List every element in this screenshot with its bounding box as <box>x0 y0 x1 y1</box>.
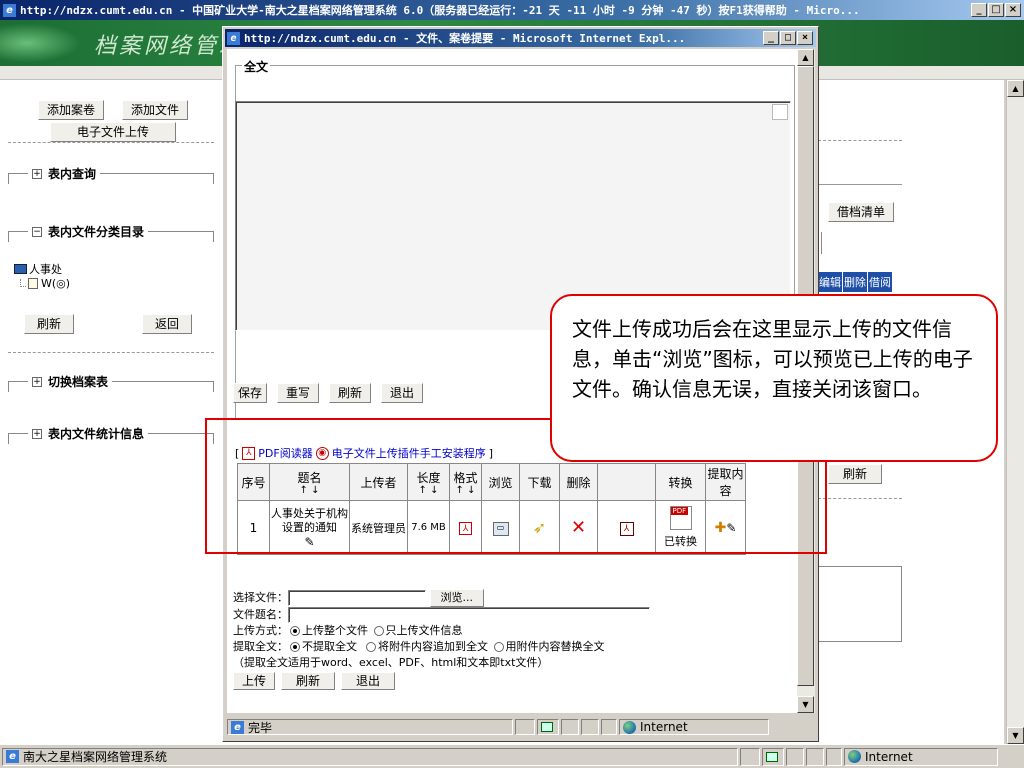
catalog-tree: 人事处 W(◎) <box>14 262 70 290</box>
expand-icon[interactable]: + <box>32 428 42 439</box>
add-file-button[interactable]: 添加文件 <box>121 100 188 120</box>
radio-extract-none[interactable] <box>290 642 300 652</box>
ie-page-icon: e <box>6 750 19 763</box>
expand-icon[interactable]: + <box>32 168 42 179</box>
radio-extract-replace[interactable] <box>493 642 504 652</box>
fulltext-legend: 全文 <box>242 58 271 75</box>
tree-item-child[interactable]: W(◎) <box>14 276 70 290</box>
callout-bubble: 文件上传成功后会在这里显示上传的文件信息，单击“浏览”图标，可以预览已上传的电子… <box>550 294 998 462</box>
ie-icon: e <box>227 31 240 45</box>
fulltext-buttons: 保存 重写 刷新 退出 <box>233 383 424 403</box>
popup-scroll-down[interactable]: ▼ <box>797 696 814 713</box>
section-catalog[interactable]: − 表内文件分类目录 <box>8 220 214 242</box>
close-button[interactable]: × <box>1005 3 1021 17</box>
popup-status-text: 完毕 <box>248 720 273 735</box>
right-textbox[interactable] <box>818 566 902 642</box>
section-query[interactable]: + 表内查询 <box>8 162 214 184</box>
sidebar-refresh-button[interactable]: 刷新 <box>24 314 75 334</box>
extract-note: （提取全文适用于word、excel、PDF、html和文本即txt文件） <box>233 656 549 669</box>
borrow-button[interactable]: 借阅 <box>868 272 892 292</box>
maximize-button[interactable]: □ <box>988 3 1004 17</box>
section-query-label: 表内查询 <box>48 167 97 181</box>
delete-button[interactable]: 删除 <box>843 272 867 292</box>
upload-button[interactable]: 上传 <box>233 672 276 690</box>
extract-label: 提取全文： <box>233 640 288 653</box>
upload-form: 选择文件： 浏览... 文件题名： 上传方式： 上传整个文件 只上传文件信息 提取… <box>233 589 650 690</box>
form-refresh-button[interactable]: 刷新 <box>281 672 336 690</box>
popup-minimize-button[interactable]: _ <box>763 31 779 45</box>
section-stats-label: 表内文件统计信息 <box>48 427 145 441</box>
ie-page-icon: e <box>231 720 244 734</box>
upload-mode-label: 上传方式： <box>233 624 288 637</box>
section-stats[interactable]: + 表内文件统计信息 <box>8 422 214 444</box>
divider <box>8 142 214 143</box>
divider <box>8 352 214 353</box>
ie-icon: e <box>3 3 16 17</box>
add-volume-button[interactable]: 添加案卷 <box>38 100 105 120</box>
connection-icon <box>541 722 553 732</box>
popup-maximize-button[interactable]: □ <box>780 31 796 45</box>
globe-icon <box>848 750 861 763</box>
expand-icon[interactable]: + <box>32 376 42 387</box>
rewrite-button[interactable]: 重写 <box>277 383 320 403</box>
globe-icon <box>623 720 636 734</box>
popup-close-button[interactable]: × <box>797 31 813 45</box>
popup-title: http://ndzx.cumt.edu.cn - 文件、案卷提要 - Micr… <box>244 32 686 45</box>
document-icon <box>28 277 38 289</box>
textarea-scrollbar[interactable] <box>772 104 788 120</box>
tree-root-label: 人事处 <box>29 263 62 276</box>
scroll-up-arrow[interactable]: ▲ <box>1007 80 1024 97</box>
file-title-input[interactable] <box>288 607 650 623</box>
minimize-button[interactable]: _ <box>971 3 987 17</box>
file-title-label: 文件题名： <box>233 608 288 621</box>
section-switch[interactable]: + 切换档案表 <box>8 370 214 392</box>
connection-icon <box>766 751 778 762</box>
form-exit-button[interactable]: 退出 <box>341 672 396 690</box>
sidebar-back-button[interactable]: 返回 <box>141 314 192 334</box>
main-scrollbar[interactable]: ▲ ▼ <box>1006 80 1024 744</box>
edit-button[interactable]: 编辑 <box>818 272 842 292</box>
popup-zone: Internet <box>640 720 688 734</box>
browse-button[interactable]: 浏览... <box>429 589 484 607</box>
section-catalog-label: 表内文件分类目录 <box>48 225 145 239</box>
main-window-title: http://ndzx.cumt.edu.cn - 中国矿业大学-南大之星档案网… <box>20 4 860 17</box>
radio-upload-whole[interactable] <box>290 626 300 636</box>
section-switch-label: 切换档案表 <box>48 375 109 389</box>
tree-item-root[interactable]: 人事处 <box>14 262 70 276</box>
radio-upload-info[interactable] <box>373 626 384 636</box>
upload-e-file-button[interactable]: 电子文件上传 <box>49 122 176 142</box>
radio-extract-append[interactable] <box>366 642 376 652</box>
refresh-button[interactable]: 刷新 <box>329 383 372 403</box>
tree-child-label: W(◎) <box>41 276 71 290</box>
save-button[interactable]: 保存 <box>233 383 268 403</box>
popup-titlebar: e http://ndzx.cumt.edu.cn - 文件、案卷提要 - Mi… <box>225 29 816 47</box>
right-refresh-button[interactable]: 刷新 <box>828 464 883 484</box>
select-file-label: 选择文件： <box>233 591 288 604</box>
main-status-text: 南大之星档案网络管理系统 <box>23 750 168 764</box>
popup-scroll-up[interactable]: ▲ <box>797 49 814 66</box>
sidebar-top-actions: 添加案卷 添加文件 电子文件上传 <box>34 100 192 142</box>
scroll-down-arrow[interactable]: ▼ <box>1007 727 1024 744</box>
borrow-list-button[interactable]: 借档清单 <box>828 202 895 222</box>
main-zone: Internet <box>865 749 913 764</box>
popup-statusbar: e 完毕 Internet <box>227 717 815 737</box>
main-statusbar: e 南大之星档案网络管理系统 Internet <box>0 744 1024 768</box>
banner-logo <box>0 20 90 66</box>
main-titlebar: e http://ndzx.cumt.edu.cn - 中国矿业大学-南大之星档… <box>0 0 1024 20</box>
collapse-icon[interactable]: − <box>32 226 42 237</box>
computer-icon <box>14 264 27 274</box>
sidebar-refresh-row: 刷新 返回 <box>24 314 192 334</box>
exit-button[interactable]: 退出 <box>381 383 424 403</box>
file-path-input[interactable] <box>288 590 426 606</box>
callout-text: 文件上传成功后会在这里显示上传的文件信息，单击“浏览”图标，可以预览已上传的电子… <box>572 317 973 401</box>
